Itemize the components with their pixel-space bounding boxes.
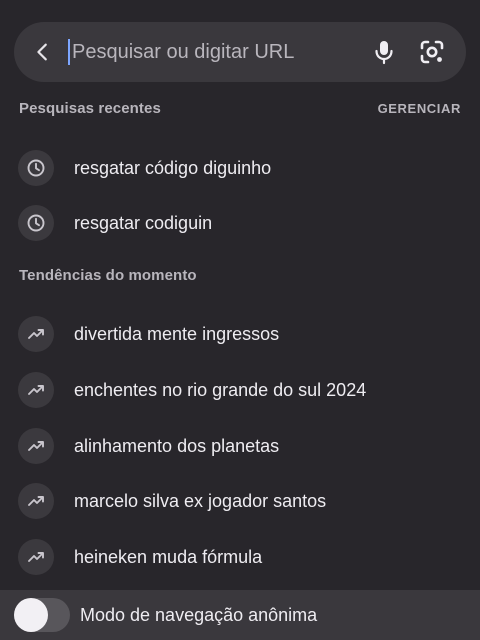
trending-up-icon: [18, 483, 54, 519]
lens-search-button[interactable]: [408, 22, 456, 82]
trending-up-icon: [18, 539, 54, 575]
toggle-knob: [14, 598, 48, 632]
microphone-icon: [375, 41, 393, 65]
trending-label: divertida mente ingressos: [74, 323, 280, 344]
incognito-toggle[interactable]: [14, 598, 70, 632]
trending-label: heineken muda fórmula: [74, 546, 263, 567]
recent-search-label: resgatar código diguinho: [74, 157, 272, 178]
text-cursor: [68, 39, 70, 65]
trending-up-icon: [18, 372, 54, 408]
trending-header: Tendências do momento: [19, 263, 461, 287]
search-input[interactable]: [72, 32, 360, 72]
voice-search-button[interactable]: [360, 22, 408, 82]
history-clock-icon: [18, 205, 54, 241]
trending-label: enchentes no rio grande do sul 2024: [74, 379, 367, 400]
trending-up-icon: [18, 428, 54, 464]
incognito-bar: Modo de navegação anônima: [0, 590, 480, 640]
manage-history-link[interactable]: GERENCIAR: [378, 101, 461, 116]
incognito-label: Modo de navegação anônima: [80, 604, 318, 625]
trending-item[interactable]: marcelo silva ex jogador santos: [0, 475, 480, 527]
trending-item[interactable]: heineken muda fórmula: [0, 531, 480, 583]
trending-item[interactable]: enchentes no rio grande do sul 2024: [0, 364, 480, 416]
recent-searches-title: Pesquisas recentes: [19, 99, 161, 117]
history-clock-icon: [18, 150, 54, 186]
camera-lens-icon: [420, 40, 444, 64]
recent-searches-header: Pesquisas recentes GERENCIAR: [19, 96, 461, 120]
trending-title: Tendências do momento: [19, 266, 197, 284]
back-button[interactable]: [18, 22, 68, 82]
search-screen: Pesquisas recentes GERENCIAR resgatar có…: [0, 0, 480, 640]
trending-up-icon: [18, 316, 54, 352]
recent-search-item[interactable]: resgatar codiguin: [0, 197, 480, 249]
recent-search-item[interactable]: resgatar código diguinho: [0, 142, 480, 194]
arrow-back-icon: [37, 43, 47, 61]
trending-label: marcelo silva ex jogador santos: [74, 490, 327, 511]
search-bar: [14, 22, 466, 82]
trending-label: alinhamento dos planetas: [74, 435, 280, 456]
trending-item[interactable]: divertida mente ingressos: [0, 308, 480, 360]
search-field: [68, 22, 360, 82]
recent-search-label: resgatar codiguin: [74, 212, 213, 233]
trending-item[interactable]: alinhamento dos planetas: [0, 420, 480, 472]
